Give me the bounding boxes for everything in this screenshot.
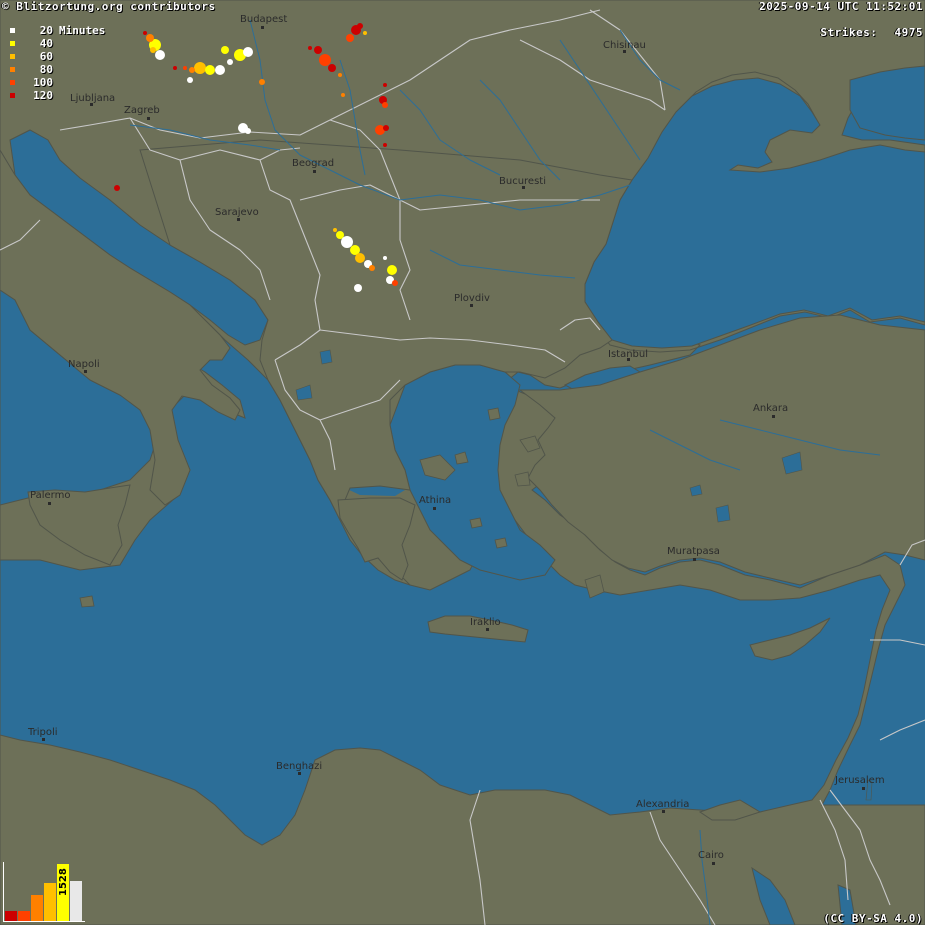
legend-unit: Minutes [59,24,106,37]
histogram-bars [5,864,82,921]
legend-value: 40 [39,37,53,50]
credit-text: © Blitzortung.org contributors [2,0,216,13]
legend-value: 60 [39,50,53,63]
legend-swatch [10,41,15,46]
map-canvas: Budapest Chisinau Ljubljana Zagreb Beogr… [0,0,925,925]
city-label: Plovdiv [454,293,490,304]
histogram-peak-label: 1528 [58,868,69,896]
city-label: Muratpasa [667,546,720,557]
legend-row: 80 [2,63,105,76]
strikes-count: 4975 [894,26,923,39]
city-label: Chisinau [603,40,646,51]
legend-value: 80 [39,63,53,76]
legend-value: 20 [39,24,53,37]
histogram-bar [18,911,30,921]
city-label: Alexandria [636,799,689,810]
legend-swatch [10,80,15,85]
histogram-bar [70,881,82,921]
city-label: Istanbul [608,349,648,360]
city-label: Budapest [240,14,287,25]
legend-row: 100 [2,76,105,89]
city-label: Jerusalem [834,775,885,786]
legend-swatch [10,28,15,33]
legend-row: 40 [2,37,105,50]
strike-histogram: 1528 [3,862,85,922]
city-label: Ankara [753,403,788,414]
city-label: Napoli [68,359,100,370]
license-text: (CC BY-SA 4.0) [823,912,923,925]
strikes-label: Strikes: [820,26,878,39]
legend-value: 100 [33,76,53,89]
city-label: Tripoli [27,727,58,738]
legend-row: 20 Minutes [2,24,105,37]
legend-value: 120 [33,89,53,102]
city-label: Zagreb [124,105,160,116]
city-label: Bucuresti [499,176,546,187]
legend-swatch [10,93,15,98]
age-legend: 20 Minutes 40 60 80 100 120 [2,24,105,102]
legend-row: 120 [2,89,105,102]
strike-counter: Strikes: 4975 [820,26,923,39]
legend-row: 60 [2,50,105,63]
histogram-bar [5,911,17,921]
histogram-bar [44,883,56,921]
city-label: Sarajevo [215,207,259,218]
histogram-bar [31,895,43,921]
city-label: Palermo [30,490,70,501]
legend-swatch [10,67,15,72]
legend-swatch [10,54,15,59]
timestamp: 2025-09-14 UTC 11:52:01 [759,0,923,13]
city-label: Cairo [698,850,724,861]
city-label: Beograd [292,158,334,169]
city-label: Benghazi [276,761,322,772]
city-label: Athina [419,495,451,506]
city-label: Iraklio [470,617,501,628]
